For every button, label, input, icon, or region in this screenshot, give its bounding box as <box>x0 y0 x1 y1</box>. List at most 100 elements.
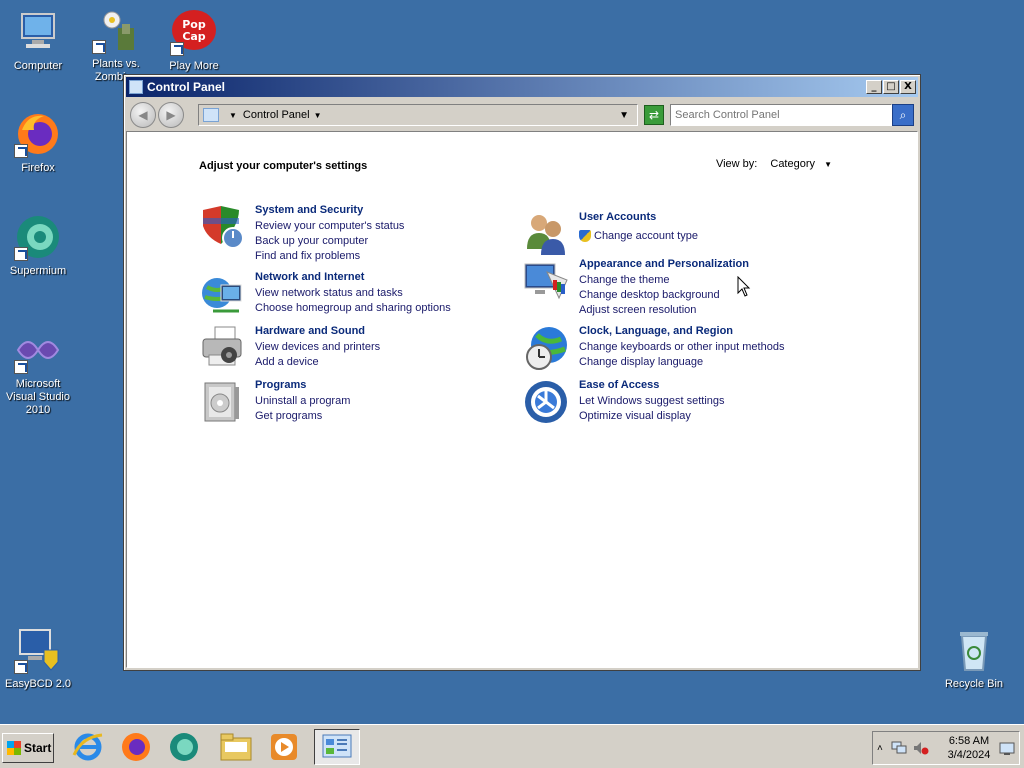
task-link[interactable]: Optimize visual display <box>579 409 725 424</box>
supermium-icon <box>14 213 62 261</box>
taskbar-supermium[interactable] <box>164 729 204 765</box>
show-desktop-icon[interactable] <box>999 742 1015 756</box>
file-explorer-icon <box>220 733 252 761</box>
task-link[interactable]: Back up your computer <box>255 234 404 249</box>
show-hidden-icons-icon[interactable]: ˄ <box>877 743 883 754</box>
internet-explorer-icon <box>72 733 103 761</box>
window-titlebar[interactable]: Control Panel _ □ X <box>126 77 918 97</box>
desktop-icon-firefox[interactable]: Firefox <box>0 110 76 175</box>
start-button[interactable]: Start <box>2 733 54 763</box>
task-link[interactable]: View devices and printers <box>255 340 380 355</box>
page-title: Adjust your computer's settings <box>199 160 368 172</box>
task-link[interactable]: Get programs <box>255 409 350 424</box>
control-panel-window[interactable]: Control Panel _ □ X ◀ ▶ ▼ Control Panel … <box>123 74 921 671</box>
category-title-link[interactable]: Hardware and Sound <box>255 325 380 337</box>
desktop-icon-recycle-bin[interactable]: Recycle Bin <box>936 626 1012 691</box>
view-by-control[interactable]: View by: Category ▼ <box>716 158 832 170</box>
desktop-icon-supermium[interactable]: Supermium <box>0 213 76 278</box>
category-title-link[interactable]: Ease of Access <box>579 379 725 391</box>
minimize-button[interactable]: _ <box>866 80 882 94</box>
address-bar[interactable]: ▼ Control Panel ▼ ▼ <box>198 104 638 126</box>
category-system-security: System and Security Review your computer… <box>199 204 404 264</box>
taskbar-firefox[interactable] <box>116 729 156 765</box>
category-title-link[interactable]: System and Security <box>255 204 404 216</box>
category-ease-of-access: Ease of Access Let Windows suggest setti… <box>523 379 725 425</box>
volume-muted-icon[interactable] <box>913 741 929 755</box>
task-link[interactable]: Let Windows suggest settings <box>579 394 725 409</box>
clock-time: 6:58 AM <box>948 735 990 747</box>
chevron-down-icon[interactable]: ▼ <box>314 111 322 120</box>
ease-of-access-icon <box>523 379 569 425</box>
desktop-icon-label: Play More <box>169 60 219 72</box>
view-by-label: View by: <box>715 158 758 170</box>
task-link[interactable]: Uninstall a program <box>255 394 350 409</box>
control-panel-icon <box>129 80 143 94</box>
popcap-icon: Pop Cap <box>170 8 218 56</box>
desktop-icon-visual-studio[interactable]: Microsoft Visual Studio 2010 <box>0 326 76 417</box>
close-button[interactable]: X <box>900 80 916 94</box>
maximize-button[interactable]: □ <box>883 80 899 94</box>
task-link[interactable]: Review your computer's status <box>255 219 404 234</box>
search-icon[interactable]: ⌕ <box>892 104 914 126</box>
desktop-icon-easybcd[interactable]: EasyBCD 2.0 <box>0 626 76 691</box>
task-link[interactable]: Change keyboards or other input methods <box>579 340 784 355</box>
category-hardware-sound: Hardware and Sound View devices and prin… <box>199 325 380 371</box>
desktop-icon-computer[interactable]: Computer <box>0 8 76 73</box>
supermium-icon <box>170 733 198 761</box>
desktop-icon-label: Microsoft Visual Studio 2010 <box>5 378 70 416</box>
back-button[interactable]: ◀ <box>130 102 156 128</box>
chevron-down-icon[interactable]: ▼ <box>229 111 237 120</box>
svg-text:Cap: Cap <box>182 30 205 43</box>
printer-icon <box>199 325 245 371</box>
network-icon[interactable] <box>891 741 907 755</box>
taskbar-file-explorer[interactable] <box>216 729 256 765</box>
category-title-link[interactable]: User Accounts <box>579 211 698 223</box>
desktop-icon-plants-vs-zombies[interactable]: Plants vs. Zombies <box>78 6 154 84</box>
breadcrumb-control-panel[interactable]: Control Panel <box>243 109 310 121</box>
desktop-icon-label: EasyBCD 2.0 <box>4 678 72 690</box>
task-link[interactable]: Change desktop background <box>579 288 749 303</box>
address-dropdown-icon[interactable]: ▼ <box>619 110 629 121</box>
task-link[interactable]: Find and fix problems <box>255 249 404 264</box>
task-link[interactable]: Adjust screen resolution <box>579 303 749 318</box>
category-title-link[interactable]: Clock, Language, and Region <box>579 325 784 337</box>
desktop-icon-play-more[interactable]: Pop Cap Play More <box>156 8 232 73</box>
recycle-bin-icon <box>950 626 998 674</box>
task-link[interactable]: Change the theme <box>579 273 749 288</box>
category-title-link[interactable]: Network and Internet <box>255 271 451 283</box>
taskbar: Start ˄ 6:58 AM 3/4/2024 <box>0 724 1024 768</box>
task-link[interactable]: Choose homegroup and sharing options <box>255 301 451 316</box>
taskbar-internet-explorer[interactable] <box>68 729 108 765</box>
taskbar-control-panel[interactable] <box>314 729 360 765</box>
view-by-value[interactable]: Category <box>770 158 815 170</box>
category-clock-language-region: Clock, Language, and Region Change keybo… <box>523 325 784 371</box>
control-panel-icon <box>322 734 352 758</box>
chevron-down-icon[interactable]: ▼ <box>824 160 832 169</box>
task-link[interactable]: Add a device <box>255 355 380 370</box>
network-globe-icon <box>199 271 245 317</box>
navigation-toolbar: ◀ ▶ ▼ Control Panel ▼ ▼ ⇄ ⌕ <box>126 99 918 131</box>
system-tray: ˄ 6:58 AM 3/4/2024 <box>872 731 1020 765</box>
media-player-icon <box>271 734 297 760</box>
category-title-link[interactable]: Appearance and Personalization <box>579 258 749 270</box>
users-icon <box>523 211 569 257</box>
desktop-icon-label: Computer <box>13 60 63 72</box>
search-input[interactable] <box>670 104 892 126</box>
start-label: Start <box>24 741 52 755</box>
taskbar-media-player[interactable] <box>264 729 304 765</box>
task-link[interactable]: View network status and tasks <box>255 286 451 301</box>
plants-vs-zombies-icon <box>92 6 140 54</box>
task-link[interactable]: Change account type <box>579 229 698 244</box>
category-title-link[interactable]: Programs <box>255 379 350 391</box>
uac-shield-icon <box>579 230 591 243</box>
clock[interactable]: 6:58 AM 3/4/2024 <box>941 734 997 762</box>
refresh-button[interactable]: ⇄ <box>644 105 664 125</box>
task-link[interactable]: Change display language <box>579 355 784 370</box>
clock-date: 3/4/2024 <box>947 749 991 761</box>
desktop-icon-label: Firefox <box>21 162 55 174</box>
desktop-icon-label: Supermium <box>9 265 67 277</box>
easybcd-icon <box>14 626 62 674</box>
task-link-label[interactable]: Change account type <box>594 230 698 242</box>
forward-button[interactable]: ▶ <box>158 102 184 128</box>
desktop-icon-label: Recycle Bin <box>944 678 1004 690</box>
